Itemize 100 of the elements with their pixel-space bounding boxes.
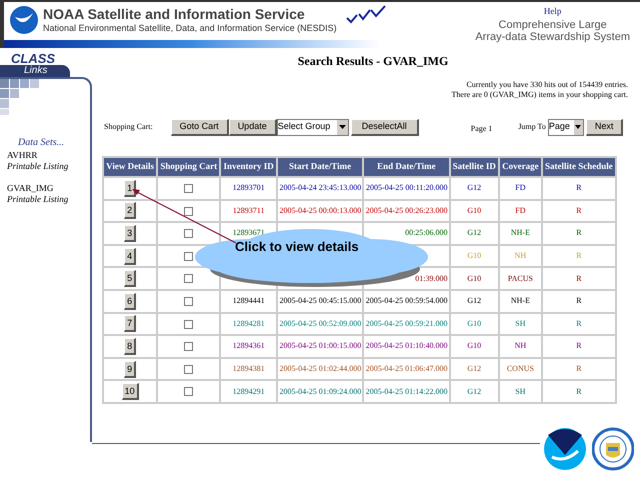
table-cell-text: NH-E bbox=[510, 228, 530, 238]
table-cell-text: FD bbox=[515, 183, 526, 192]
system-name: Array-data Stewardship System bbox=[475, 30, 630, 42]
table-cell-text: G10 bbox=[467, 274, 482, 283]
table-cell-text: 12893711 bbox=[232, 206, 264, 215]
view-details-button[interactable]: 3 bbox=[124, 224, 136, 242]
table-cell-text: R bbox=[576, 341, 582, 350]
view-details-button[interactable]: 9 bbox=[124, 360, 136, 378]
table-cell-text: R bbox=[576, 183, 582, 192]
cart-checkbox[interactable] bbox=[184, 364, 194, 374]
table-cell-text: 2005-04-25 01:10:40.000 bbox=[366, 341, 448, 350]
table-cell-text: 12894281 bbox=[232, 318, 265, 328]
caret-icon bbox=[336, 120, 348, 134]
column-header: Satellite ID bbox=[450, 157, 500, 177]
table-cell-text: 01:39.000 bbox=[415, 274, 448, 283]
table-cell-text: 2005-04-25 00:59:54.000 bbox=[366, 296, 448, 306]
table-cell-text: 12894381 bbox=[232, 364, 265, 374]
table-cell-text: 2005-04-25 00:52:09.000 bbox=[279, 318, 362, 328]
group-select[interactable]: Select Group bbox=[276, 118, 349, 136]
column-header: View Details bbox=[103, 157, 158, 177]
dataset-name: GVAR_IMG bbox=[7, 183, 54, 194]
noaa-emblem-icon bbox=[544, 427, 586, 471]
table-cell-text: G12 bbox=[467, 364, 482, 374]
cart-checkbox[interactable] bbox=[184, 184, 194, 193]
table-cell-text: R bbox=[576, 206, 582, 215]
cart-checkbox[interactable] bbox=[184, 252, 194, 261]
table-cell-text: G10 bbox=[467, 251, 482, 260]
table-cell-text: G12 bbox=[467, 296, 482, 306]
page-select[interactable]: Page bbox=[548, 118, 584, 136]
page-title: Search Results - GVAR_IMG bbox=[296, 53, 450, 70]
table-cell-text: 2005-04-25 00:00:13.000 bbox=[279, 206, 362, 215]
cart-checkbox[interactable] bbox=[184, 296, 194, 306]
column-header: Satellite Schedule bbox=[542, 157, 616, 177]
cart-checkbox[interactable] bbox=[184, 229, 194, 238]
table-cell-text: 2005-04-24 23:45:13.000 bbox=[279, 183, 362, 192]
table-cell-text: 2005-04-25 01:09:24.000 bbox=[279, 386, 362, 396]
table-cell-text: 12894291 bbox=[232, 386, 265, 396]
noaa-logo bbox=[9, 5, 39, 35]
links-tab[interactable]: Links bbox=[0, 65, 70, 77]
table-cell-text: 12894361 bbox=[232, 341, 265, 350]
view-details-button[interactable]: 7 bbox=[124, 315, 136, 332]
table-cell-text: NH-E bbox=[510, 296, 530, 306]
table-cell-text: 00:25:06.000 bbox=[405, 228, 448, 238]
table-cell-text: G10 bbox=[467, 318, 482, 328]
printable-listing-link[interactable]: Printable Listing bbox=[7, 194, 90, 205]
table-cell-text: R bbox=[576, 274, 582, 283]
table-cell-text: R bbox=[576, 364, 582, 374]
column-header: Start Date/Time bbox=[276, 157, 364, 177]
table-cell-text: R bbox=[576, 296, 582, 306]
view-details-button[interactable]: 8 bbox=[124, 338, 136, 355]
table-cell-text: 12894441 bbox=[232, 296, 265, 306]
view-details-button[interactable]: 4 bbox=[124, 248, 136, 265]
page-indicator: Page 1 bbox=[470, 122, 492, 134]
callout-text: Click to view details bbox=[235, 238, 359, 256]
dataset-name: AVHRR bbox=[7, 150, 38, 161]
table-cell-text: G10 bbox=[467, 341, 482, 350]
help-link[interactable]: Help bbox=[544, 5, 562, 18]
view-details-button[interactable]: 1 bbox=[124, 180, 136, 197]
next-button[interactable]: Next bbox=[586, 118, 624, 136]
table-cell-text: G12 bbox=[467, 228, 482, 238]
cart-checkbox[interactable] bbox=[184, 387, 194, 396]
view-details-button[interactable]: 6 bbox=[124, 292, 136, 310]
view-details-button[interactable]: 5 bbox=[124, 270, 136, 288]
table-cell-text: 2005-04-25 01:00:15.000 bbox=[279, 341, 362, 350]
table-cell-text: R bbox=[576, 228, 582, 238]
cart-checkbox[interactable] bbox=[184, 342, 194, 352]
system-name: Comprehensive Large bbox=[498, 18, 607, 30]
jump-label: Jump To bbox=[518, 121, 546, 133]
table-cell-text: R bbox=[576, 251, 582, 260]
table-cell-text: G12 bbox=[467, 183, 482, 192]
cart-checkbox[interactable] bbox=[184, 206, 194, 216]
table-cell-text: 12893701 bbox=[232, 183, 265, 192]
deselect-all-button[interactable]: DeselectAll bbox=[350, 118, 419, 136]
cart-button[interactable]: Update bbox=[228, 118, 277, 136]
site-subtitle: National Environmental Satellite, Data, and Information Service (NESDIS) bbox=[43, 22, 337, 34]
info-text: There are 0 (GVAR_IMG) items in your shopping cart. bbox=[452, 90, 628, 100]
table-cell-text: G10 bbox=[467, 206, 482, 215]
table-cell-text: CONUS bbox=[506, 364, 534, 374]
datasets-heading: Data Sets... bbox=[18, 136, 66, 150]
column-header: Coverage bbox=[499, 157, 542, 177]
caret-icon bbox=[574, 120, 583, 134]
table-cell-text: PACUS bbox=[508, 274, 533, 283]
view-details-button[interactable]: 10 bbox=[122, 383, 139, 400]
column-header: End Date/Time bbox=[363, 157, 450, 177]
grid-squares-icon bbox=[0, 79, 42, 115]
site-title: NOAA Satellite and Information Service bbox=[43, 6, 306, 22]
cart-checkbox[interactable] bbox=[184, 320, 194, 329]
table-cell-text: SH bbox=[515, 386, 526, 396]
table-cell-text: 2005-04-25 01:02:44.000 bbox=[279, 364, 362, 374]
table-cell-text: NH bbox=[514, 341, 526, 350]
table-cell-text: 2005-04-25 01:06:47.000 bbox=[366, 364, 448, 374]
view-details-button[interactable]: 2 bbox=[124, 202, 136, 220]
table-cell-text: 2005-04-25 00:45:15.000 bbox=[279, 296, 362, 306]
printable-listing-link[interactable]: Printable Listing bbox=[7, 161, 90, 172]
table-cell-text: 2005-04-25 00:11:20.000 bbox=[366, 183, 448, 192]
cart-checkbox[interactable] bbox=[184, 274, 194, 284]
info-text: Currently you have 330 hits out of 154439 entries. bbox=[466, 80, 628, 90]
brand-label: CLASS bbox=[11, 52, 56, 65]
cart-button[interactable]: Goto Cart bbox=[170, 118, 229, 136]
table-cell-text: 2005-04-25 01:14:22.000 bbox=[366, 386, 448, 396]
